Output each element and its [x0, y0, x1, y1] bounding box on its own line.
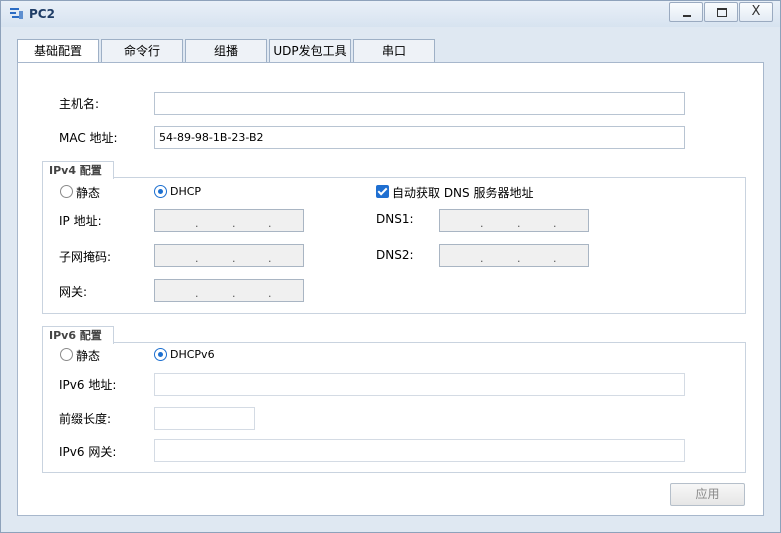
app-icon [10, 8, 23, 19]
hostname-input[interactable] [154, 92, 685, 115]
dns1-input[interactable]: ... [439, 209, 589, 232]
mac-label: MAC 地址: [59, 131, 118, 145]
ipv4-dhcp-radio[interactable] [154, 185, 167, 198]
ipv6-gateway-label: IPv6 网关: [59, 445, 117, 459]
apply-button[interactable]: 应用 [670, 483, 745, 506]
dns1-label: DNS1: [376, 212, 414, 226]
minimize-button[interactable] [669, 2, 703, 22]
ip-address-label: IP 地址: [59, 214, 102, 228]
ipv4-dhcp-label: DHCP [170, 185, 202, 198]
gateway-label: 网关: [59, 285, 88, 299]
mac-input[interactable]: 54-89-98-1B-23-B2 [154, 126, 685, 149]
dns2-label: DNS2: [376, 248, 414, 262]
auto-dns-checkbox[interactable] [376, 185, 389, 198]
tab-command-line[interactable]: 命令行 [101, 39, 183, 63]
ipv6-address-label: IPv6 地址: [59, 378, 117, 392]
ip-address-input[interactable]: ... [154, 209, 304, 232]
minimize-icon [683, 15, 691, 17]
close-icon: X [751, 4, 761, 19]
ipv6-dhcpv6-radio[interactable] [154, 348, 167, 361]
ipv6-static-label: 静态 [76, 349, 101, 363]
subnet-mask-label: 子网掩码: [59, 250, 112, 264]
tab-basic-config[interactable]: 基础配置 [17, 39, 99, 64]
tab-serial[interactable]: 串口 [353, 39, 435, 63]
prefix-length-label: 前缀长度: [59, 412, 112, 426]
subnet-mask-input[interactable]: ... [154, 244, 304, 267]
ipv4-static-label: 静态 [76, 186, 101, 200]
auto-dns-label: 自动获取 DNS 服务器地址 [392, 186, 534, 200]
prefix-length-input[interactable] [154, 407, 255, 430]
ipv6-static-radio[interactable] [60, 348, 73, 361]
tab-multicast[interactable]: 组播 [185, 39, 267, 63]
window-title: PC2 [29, 7, 55, 21]
ipv4-static-radio[interactable] [60, 185, 73, 198]
ipv6-group-title: IPv6 配置 [42, 326, 114, 344]
hostname-label: 主机名: [59, 97, 100, 111]
pc2-window: PC2 X 基础配置 命令行 组播 UDP发包工具 串口 主机名: MAC 地址… [0, 0, 781, 533]
ipv6-dhcpv6-label: DHCPv6 [170, 348, 215, 361]
gateway-input[interactable]: ... [154, 279, 304, 302]
ipv6-gateway-input[interactable] [154, 439, 685, 462]
maximize-icon [717, 8, 727, 17]
dns2-input[interactable]: ... [439, 244, 589, 267]
title-bar[interactable]: PC2 X [1, 1, 780, 27]
ipv4-group-title: IPv4 配置 [42, 161, 114, 179]
ipv6-address-input[interactable] [154, 373, 685, 396]
close-button[interactable]: X [739, 2, 773, 22]
maximize-button[interactable] [704, 2, 738, 22]
tab-udp-tool[interactable]: UDP发包工具 [269, 39, 351, 63]
